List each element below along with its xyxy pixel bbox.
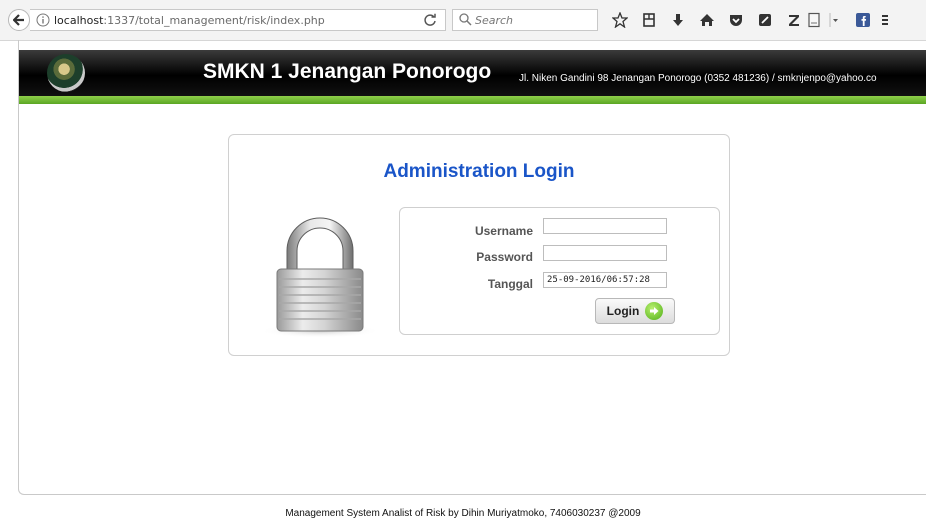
back-arrow-icon [13,14,24,26]
site-header: SMKN 1 Jenangan Ponorogo Jl. Niken Gandi… [19,50,926,96]
extension-icon[interactable] [755,10,775,30]
username-label: Username [474,224,533,238]
tanggal-label: Tanggal [487,277,533,291]
page-icon[interactable] [804,10,824,30]
site-address: Jl. Niken Gandini 98 Jenangan Ponorogo (… [519,73,877,84]
login-title: Administration Login [383,161,575,182]
menu-icon[interactable] [880,10,890,30]
search-bar[interactable]: Search [452,9,598,31]
login-button-label: Login [606,304,640,318]
zotero-icon[interactable] [784,10,804,30]
arrow-right-icon [645,302,664,320]
tanggal-input[interactable]: 25-09-2016/06:57:28 [543,272,667,288]
header-accent-bar [19,96,926,104]
back-button[interactable] [8,9,30,31]
dropdown-icon[interactable] [824,10,844,30]
site-info-icon[interactable] [36,13,50,27]
search-icon [459,13,472,26]
search-placeholder: Search [475,14,514,27]
home-icon[interactable] [697,10,717,30]
pocket-icon[interactable] [726,10,746,30]
site-title: SMKN 1 Jenangan Ponorogo [203,60,492,83]
facebook-icon[interactable] [853,10,873,30]
page-footer: Management System Analist of Risk by Dih… [285,508,641,519]
url-path: :1337/total_management/risk/index.php [103,14,325,27]
bookmark-star-icon[interactable] [610,10,630,30]
reload-icon[interactable] [423,13,437,27]
password-label: Password [476,250,533,264]
address-bar[interactable]: localhost:1337/total_management/risk/ind… [30,9,446,31]
school-logo [47,54,85,92]
padlock-icon [260,217,380,338]
login-form: Username Password Tanggal 25-09-2016/06:… [399,207,720,335]
download-icon[interactable] [668,10,688,30]
password-input[interactable] [543,245,667,261]
url-host: localhost [54,14,104,27]
browser-toolbar: localhost:1337/total_management/risk/ind… [0,0,926,41]
username-input[interactable] [543,218,667,234]
reader-icon[interactable] [639,10,659,30]
login-button[interactable]: Login [595,298,675,324]
login-panel: Administration Login Username Password T… [228,134,730,356]
url-text: localhost:1337/total_management/risk/ind… [54,14,325,27]
